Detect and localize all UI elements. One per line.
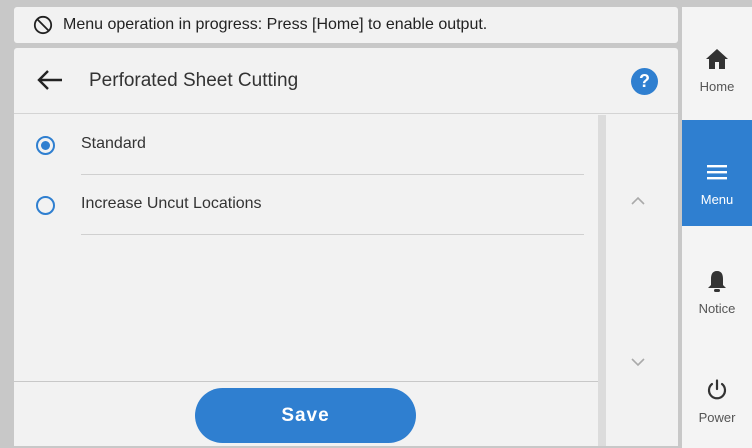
- option-label: Standard: [81, 135, 146, 152]
- main-panel: Perforated Sheet Cutting ? Standard Incr…: [14, 48, 678, 446]
- power-icon: [703, 376, 731, 404]
- nav-power[interactable]: Power: [682, 338, 752, 444]
- scrollbar[interactable]: [598, 115, 606, 446]
- menu-icon: [703, 158, 731, 186]
- radio-button[interactable]: [36, 196, 55, 215]
- divider: [81, 234, 584, 235]
- nav-label: Home: [699, 79, 735, 94]
- home-icon: [703, 45, 731, 73]
- page-header: Perforated Sheet Cutting ?: [14, 48, 678, 114]
- save-button[interactable]: Save: [195, 388, 416, 443]
- scroll-up-button[interactable]: [630, 194, 646, 208]
- nav-menu[interactable]: Menu: [682, 120, 752, 226]
- nav-label: Power: [698, 410, 736, 425]
- back-arrow-icon: [36, 69, 64, 96]
- back-button[interactable]: [34, 68, 66, 96]
- chevron-down-icon: [631, 358, 645, 367]
- nav-label: Notice: [698, 301, 736, 316]
- status-banner: Menu operation in progress: Press [Home]…: [14, 7, 678, 43]
- help-button[interactable]: ?: [631, 68, 658, 95]
- banner-text: Menu operation in progress: Press [Home]…: [63, 16, 488, 33]
- option-standard[interactable]: Standard: [14, 115, 598, 175]
- option-list: Standard Increase Uncut Locations: [14, 115, 598, 381]
- nav-notice[interactable]: Notice: [682, 229, 752, 335]
- nav-home[interactable]: Home: [682, 7, 752, 113]
- chevron-up-icon: [631, 196, 645, 205]
- side-nav: Home Menu Notice Power: [682, 7, 752, 448]
- footer-bar: Save: [14, 381, 598, 446]
- nav-label: Menu: [700, 192, 734, 207]
- option-increase-uncut-locations[interactable]: Increase Uncut Locations: [14, 175, 598, 235]
- no-entry-icon: [33, 15, 53, 35]
- bell-icon: [703, 267, 731, 295]
- page-title: Perforated Sheet Cutting: [89, 70, 299, 91]
- scroll-down-button[interactable]: [630, 355, 646, 369]
- scroll-controls: [606, 115, 678, 446]
- option-label: Increase Uncut Locations: [81, 195, 262, 212]
- radio-button-selected[interactable]: [36, 136, 55, 155]
